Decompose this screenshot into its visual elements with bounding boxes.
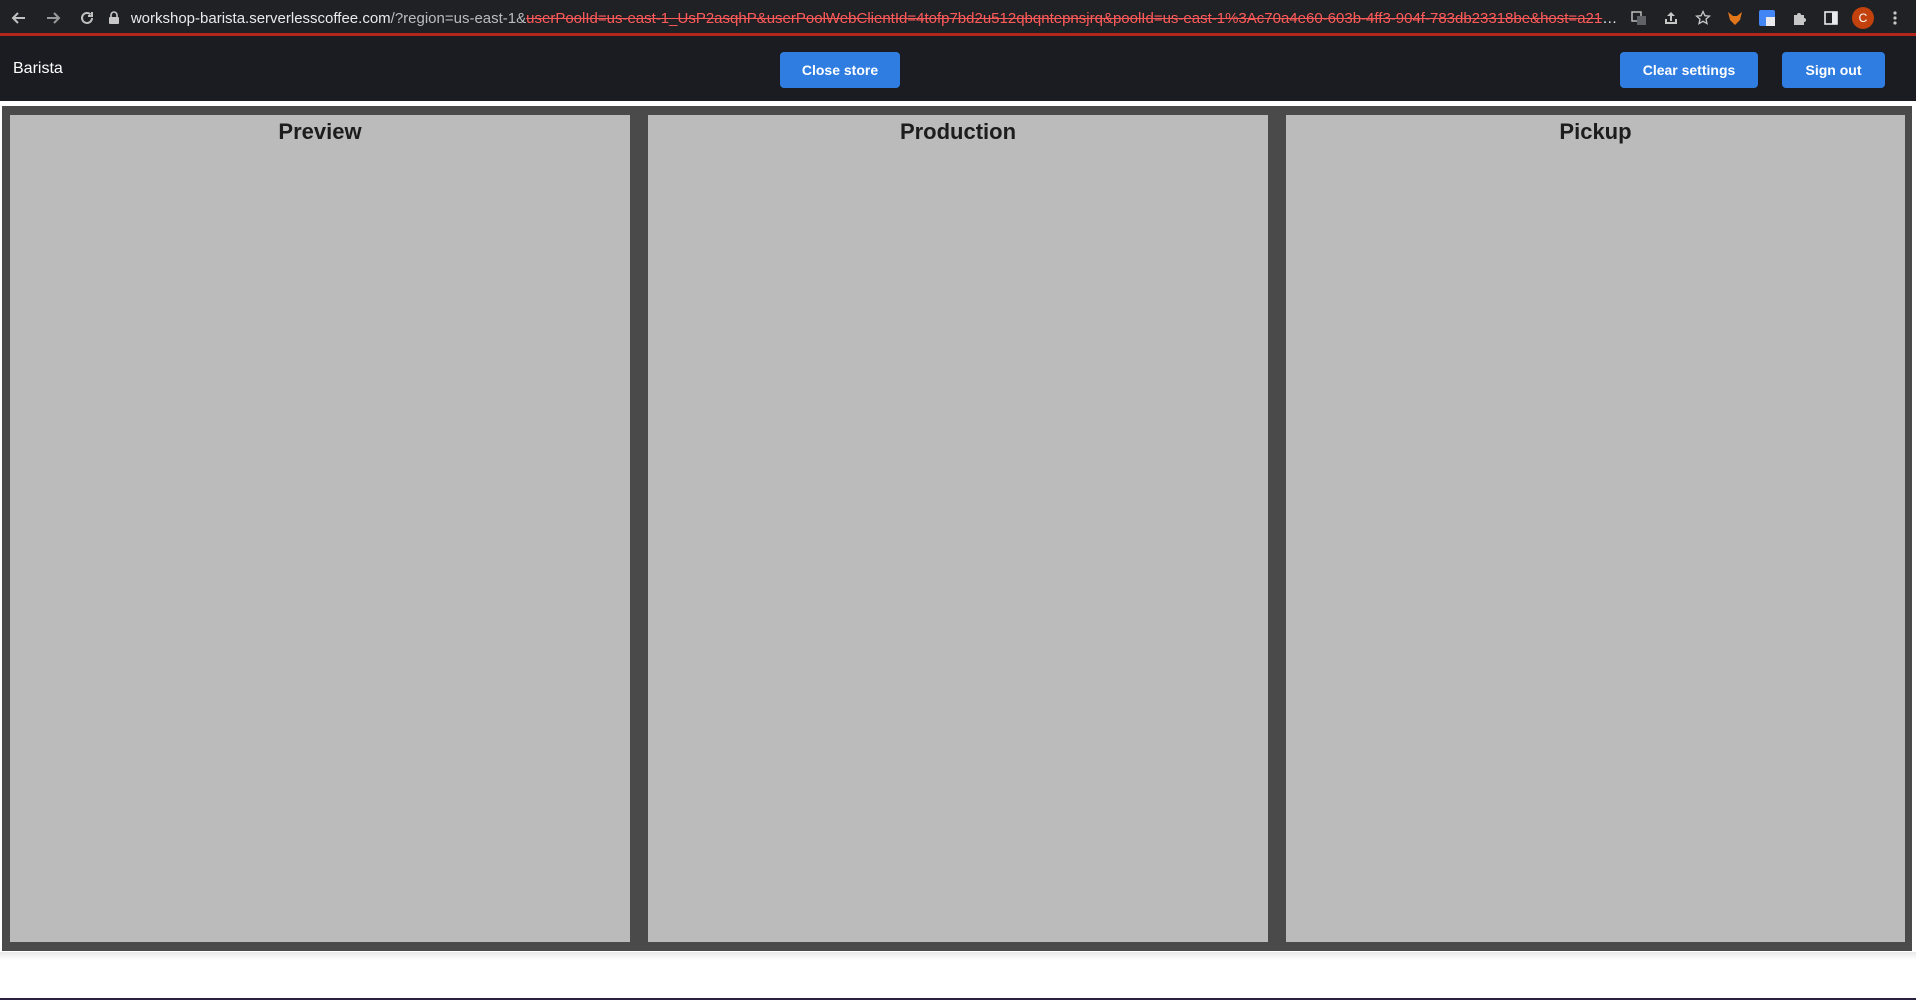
browser-toolbar: workshop-barista.serverlesscoffee.com/?r… bbox=[0, 0, 1916, 36]
fox-extension-icon[interactable] bbox=[1724, 7, 1746, 29]
star-icon[interactable] bbox=[1692, 7, 1714, 29]
profile-avatar[interactable]: C bbox=[1852, 7, 1874, 29]
extensions-puzzle-icon[interactable] bbox=[1788, 7, 1810, 29]
translate-extension-icon[interactable] bbox=[1756, 7, 1778, 29]
menu-kebab-icon[interactable] bbox=[1884, 7, 1906, 29]
close-store-button[interactable]: Close store bbox=[780, 52, 900, 88]
production-column: Production bbox=[648, 115, 1268, 942]
preview-column: Preview bbox=[10, 115, 630, 942]
url-query: /?region=us-east-1& bbox=[390, 9, 527, 27]
share-icon[interactable] bbox=[1660, 7, 1682, 29]
order-board: Preview Production Pickup bbox=[2, 106, 1912, 951]
column-title-pickup: Pickup bbox=[1559, 119, 1632, 144]
browser-toolbar-icons: C bbox=[1628, 0, 1916, 36]
reload-icon[interactable] bbox=[70, 0, 104, 36]
app-title: Barista bbox=[13, 60, 63, 77]
back-arrow-icon[interactable] bbox=[2, 0, 36, 36]
clear-settings-button[interactable]: Clear settings bbox=[1620, 52, 1758, 88]
pickup-column: Pickup bbox=[1286, 115, 1905, 942]
url-domain: workshop-barista.serverlesscoffee.com bbox=[130, 9, 391, 27]
column-title-production: Production bbox=[899, 119, 1017, 144]
url-text: workshop-barista.serverlesscoffee.com/?r… bbox=[131, 10, 1618, 27]
board-shadow bbox=[0, 952, 1916, 960]
forward-arrow-icon[interactable] bbox=[36, 0, 70, 36]
sign-out-button[interactable]: Sign out bbox=[1782, 52, 1885, 88]
address-bar[interactable]: workshop-barista.serverlesscoffee.com/?r… bbox=[104, 4, 1618, 32]
app-header: Barista Close store Clear settings Sign … bbox=[0, 36, 1916, 101]
lock-icon bbox=[104, 11, 125, 25]
translate-icon[interactable] bbox=[1628, 7, 1650, 29]
url-redacted: userPoolId=us-east-1_UsP2asqhP&userPoolW… bbox=[526, 9, 1618, 27]
side-panel-icon[interactable] bbox=[1820, 7, 1842, 29]
column-title-preview: Preview bbox=[278, 119, 362, 144]
